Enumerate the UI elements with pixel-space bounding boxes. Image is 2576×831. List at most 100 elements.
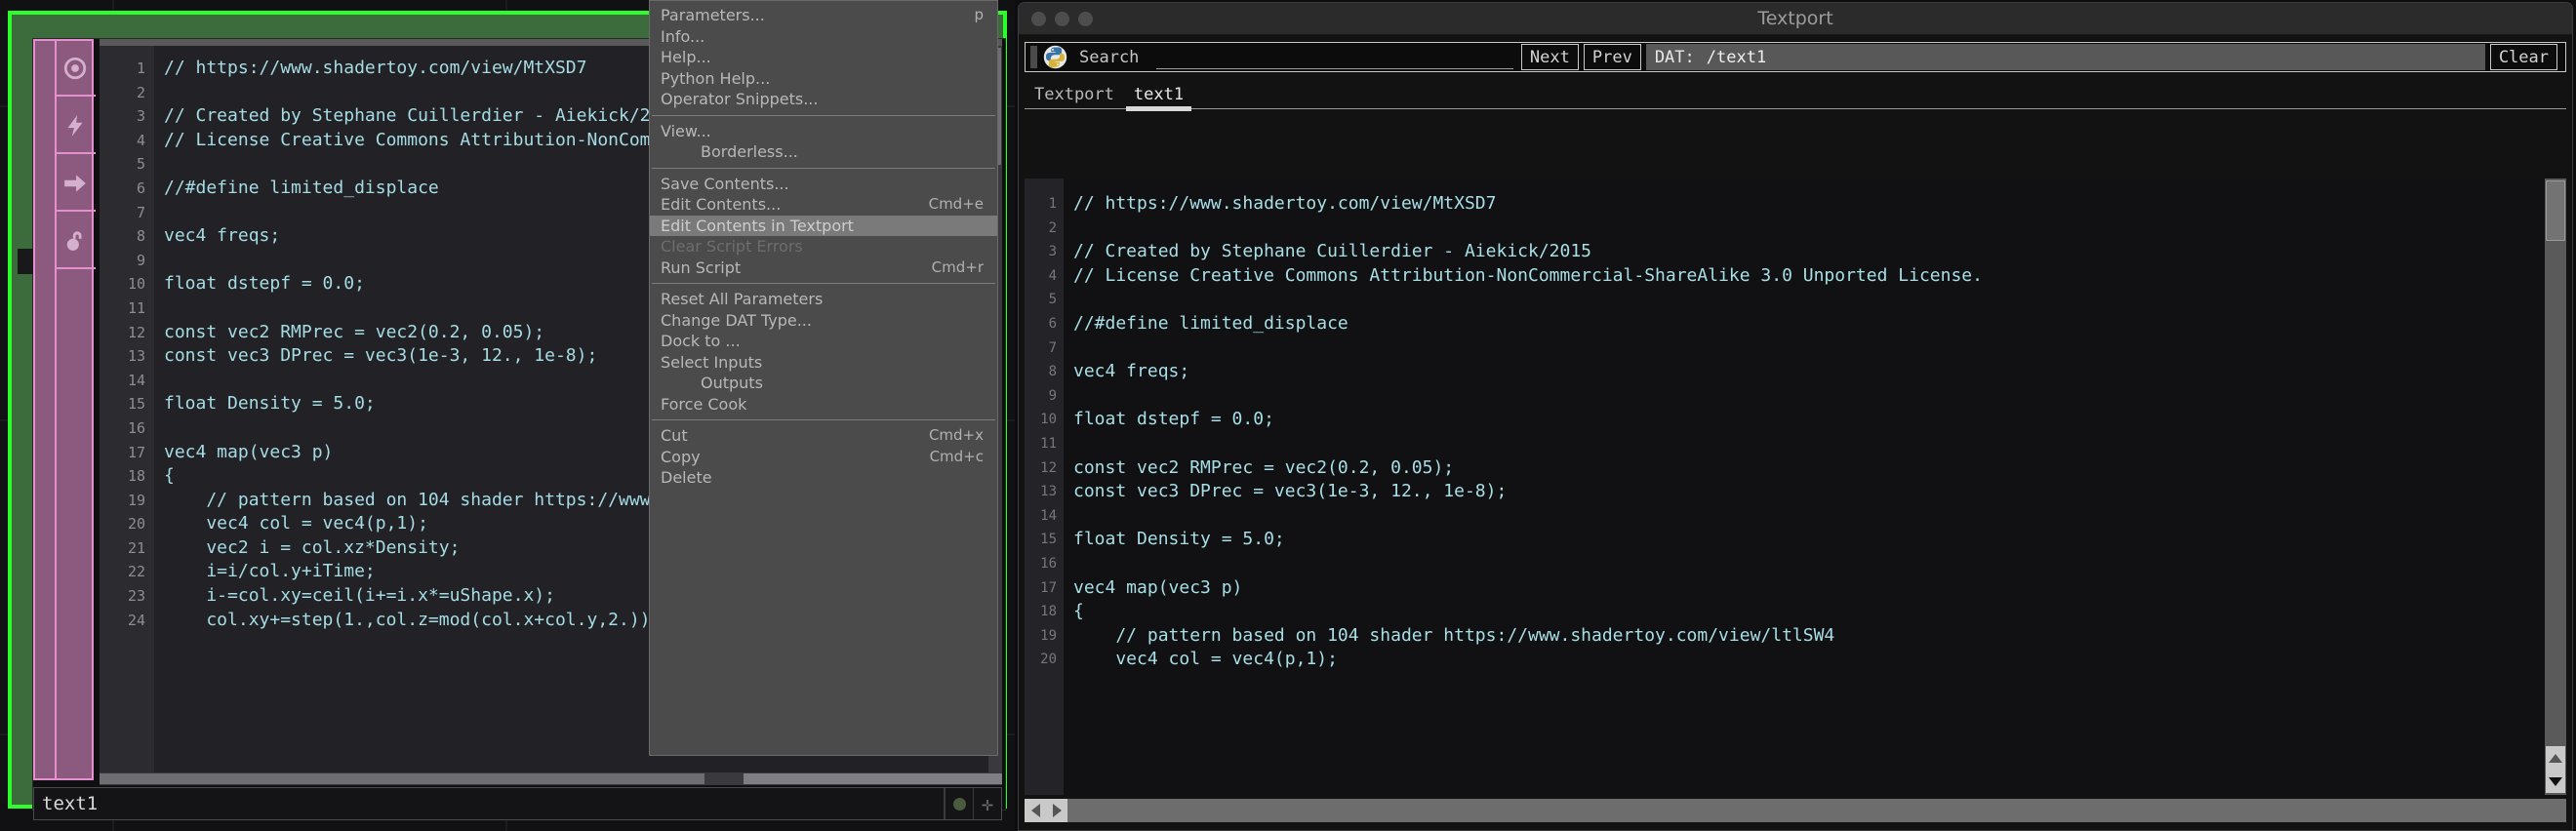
search-input[interactable]: [1156, 45, 1513, 69]
search-prev-button[interactable]: Prev: [1583, 44, 1641, 70]
editor-horizontal-scroll-thumb[interactable]: [100, 773, 704, 784]
textport-content[interactable]: 1 2 3 4 5 6 7 8 9 10 11 12 13 14 15 16 17 18 19 20 // https…: [1025, 178, 2566, 795]
textport-code-line[interactable]: vec4 map(vec3 p): [1064, 576, 2545, 601]
cook-indicator-cell[interactable]: [945, 788, 973, 819]
menu-item-change-dat-type[interactable]: Change DAT Type...: [650, 310, 997, 332]
menu-item-force-cook[interactable]: Force Cook: [650, 394, 997, 416]
horizontal-scroll-track[interactable]: [1067, 799, 2566, 822]
menu-item-parameters[interactable]: Parameters... p: [650, 5, 997, 26]
textport-code-line[interactable]: const vec2 RMPrec = vec2(0.2, 0.05);: [1064, 456, 2545, 481]
menu-item-reset-all-parameters[interactable]: Reset All Parameters: [650, 289, 997, 310]
clear-button[interactable]: Clear: [2489, 44, 2557, 70]
node-input-connector[interactable]: [18, 249, 33, 274]
menu-item-python-help[interactable]: Python Help...: [650, 68, 997, 90]
node-path-toolbar[interactable]: text1 ✛: [33, 787, 1002, 820]
textport-code-line[interactable]: [1064, 217, 2545, 241]
menu-item-info[interactable]: Info...: [650, 26, 997, 48]
menu-item-outputs[interactable]: Outputs: [650, 373, 997, 394]
textport-code-line[interactable]: float Density = 5.0;: [1064, 528, 2545, 552]
editor-line-number: 8: [136, 227, 145, 246]
textport-line-number: 17: [1040, 579, 1057, 596]
menu-item-label: Save Contents...: [661, 174, 789, 193]
menu-item-dock-to[interactable]: Dock to ...: [650, 331, 997, 352]
menu-item-label: Info...: [661, 26, 705, 46]
menu-item-edit-contents-in-textport[interactable]: Edit Contents in Textport: [650, 215, 997, 236]
menu-item-select-inputs[interactable]: Select Inputs: [650, 352, 997, 374]
textport-vertical-scrollbar[interactable]: [2545, 178, 2566, 795]
textport-code-line[interactable]: vec4 col = vec4(p,1);: [1064, 648, 2545, 672]
bypass-flag-button[interactable]: [55, 99, 96, 154]
menu-item-operator-snippets[interactable]: Operator Snippets...: [650, 89, 997, 110]
menu-item-save-contents[interactable]: Save Contents...: [650, 174, 997, 195]
textport-code-line[interactable]: [1064, 432, 2545, 456]
editor-line-number: 4: [136, 131, 145, 149]
search-next-button[interactable]: Next: [1520, 44, 1579, 70]
menu-item-cut[interactable]: Cut Cmd+x: [650, 425, 997, 447]
dat-path-value: /text1: [1706, 47, 1767, 67]
textport-code-line[interactable]: [1064, 552, 2545, 576]
triangle-down-icon: [2549, 776, 2562, 786]
scroll-right-button[interactable]: [1046, 799, 1067, 822]
textport-code-line[interactable]: [1064, 384, 2545, 409]
menu-item-label: Edit Contents in Textport: [661, 216, 854, 235]
scroll-up-button[interactable]: [2546, 746, 2565, 770]
add-parameter-button[interactable]: ✛: [973, 788, 1001, 819]
arrow-right-icon: [62, 171, 88, 196]
menu-item-edit-contents[interactable]: Edit Contents... Cmd+e: [650, 194, 997, 216]
textport-toolbar[interactable]: Search Next Prev DAT: /text1 Clear: [1025, 42, 2566, 72]
lock-flag-button[interactable]: [55, 214, 96, 269]
editor-horizontal-scrollbar[interactable]: [100, 772, 1002, 785]
triangle-left-icon: [1030, 804, 1040, 817]
menu-separator: [652, 283, 995, 284]
menu-item-label: Borderless...: [701, 142, 798, 161]
textport-code-line[interactable]: [1064, 504, 2545, 529]
tab-text1[interactable]: text1: [1124, 85, 1193, 111]
scroll-down-button[interactable]: [2546, 770, 2565, 793]
textport-vertical-scroll-thumb[interactable]: [2546, 180, 2565, 241]
scroll-left-button[interactable]: [1025, 799, 1046, 822]
editor-line-number: 13: [127, 347, 145, 366]
dat-path-field[interactable]: DAT: /text1: [1645, 44, 2485, 70]
textport-code-line[interactable]: //#define limited_displace: [1064, 312, 2545, 336]
textport-code-line[interactable]: const vec3 DPrec = vec3(1e-3, 12., 1e-8)…: [1064, 480, 2545, 504]
menu-item-view[interactable]: View...: [650, 121, 997, 142]
textport-tab-bar[interactable]: Textport text1: [1025, 80, 2566, 111]
display-flag-button[interactable]: [55, 156, 96, 212]
textport-code-line[interactable]: vec4 freqs;: [1064, 360, 2545, 384]
textport-code-line[interactable]: // https://www.shadertoy.com/view/MtXSD7: [1064, 192, 2545, 217]
menu-item-label: Copy: [661, 447, 701, 466]
node-name-field[interactable]: text1: [34, 788, 945, 819]
menu-item-shortcut: Cmd+c: [929, 447, 984, 465]
textport-code-line[interactable]: {: [1064, 600, 2545, 624]
menu-item-run-script[interactable]: Run Script Cmd+r: [650, 257, 997, 279]
python-logo-icon: [1043, 45, 1067, 69]
window-title: Textport: [1757, 8, 1833, 29]
plus-icon: ✛: [981, 792, 994, 815]
menu-item-help[interactable]: Help...: [650, 47, 997, 68]
viewer-flag-button[interactable]: [55, 41, 96, 97]
textport-horizontal-scrollbar[interactable]: [1025, 799, 2566, 822]
textport-titlebar[interactable]: Textport: [1019, 3, 2572, 35]
textport-code-line[interactable]: [1064, 336, 2545, 361]
tab-textport[interactable]: Textport: [1025, 85, 1124, 108]
editor-line-number: 23: [127, 587, 145, 606]
textport-code-line[interactable]: // pattern based on 104 shader https://w…: [1064, 624, 2545, 649]
operator-flags-strip[interactable]: [33, 39, 96, 780]
editor-horizontal-scroll-thumb-secondary[interactable]: [744, 773, 1002, 784]
operator-context-menu[interactable]: Parameters... p Info... Help... Python Help.…: [649, 0, 998, 756]
textport-code-line[interactable]: [1064, 288, 2545, 312]
menu-item-delete[interactable]: Delete: [650, 467, 997, 489]
editor-line-number: 17: [127, 443, 145, 461]
menu-item-borderless[interactable]: Borderless...: [650, 141, 997, 163]
textport-line-number: 7: [1048, 339, 1057, 356]
textport-code-line[interactable]: float dstepf = 0.0;: [1064, 408, 2545, 432]
textport-code-area[interactable]: // https://www.shadertoy.com/view/MtXSD7…: [1064, 178, 2545, 795]
toolbar-drag-handle[interactable]: [1030, 46, 1037, 68]
textport-window[interactable]: Textport Search Next Prev DAT: /text1 Cl…: [1018, 2, 2573, 831]
menu-item-label: Dock to ...: [661, 332, 741, 350]
textport-code-line[interactable]: // License Creative Commons Attribution-…: [1064, 264, 2545, 289]
menu-item-copy[interactable]: Copy Cmd+c: [650, 447, 997, 468]
textport-code-line[interactable]: // Created by Stephane Cuillerdier - Aie…: [1064, 240, 2545, 264]
textport-scroll-step-buttons[interactable]: [2546, 746, 2565, 793]
editor-line-number: 2: [136, 83, 145, 101]
